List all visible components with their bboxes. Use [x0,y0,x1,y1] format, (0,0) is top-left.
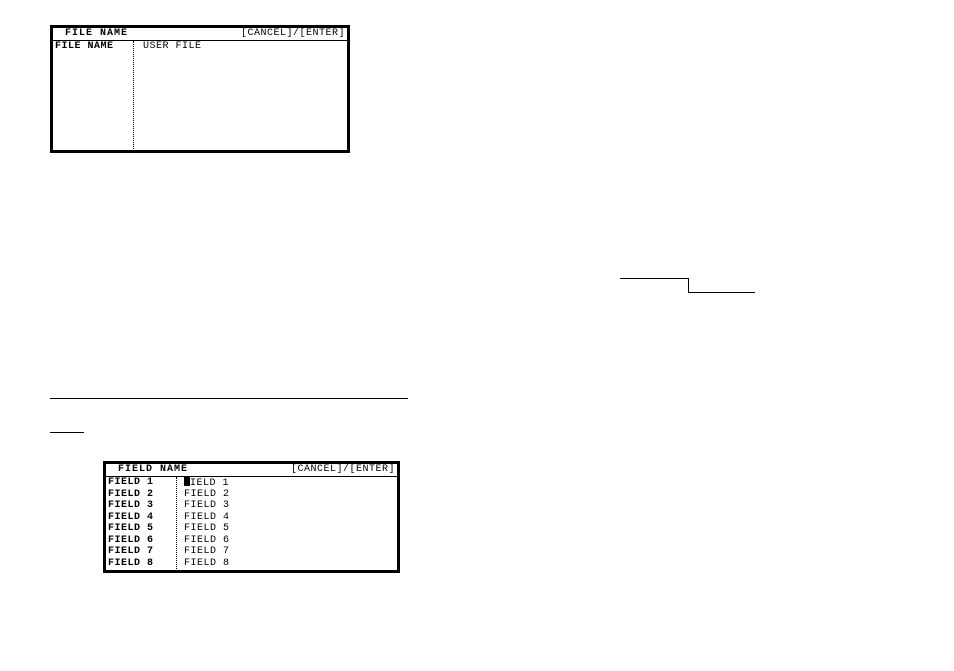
field-label: FIELD 8 [106,558,178,570]
field-label: FIELD 1 [106,477,178,489]
field-name-panel-header: FIELD NAME [CANCEL]/[ENTER] [106,464,397,477]
section-underline-2 [50,432,84,433]
field-value[interactable]: FIELD 6 [178,535,230,547]
field-label: FIELD 2 [106,489,178,501]
field-row[interactable]: FIELD 3FIELD 3 [106,500,397,512]
field-row[interactable]: FIELD 4FIELD 4 [106,512,397,524]
field-value[interactable]: FIELD 4 [178,512,230,524]
field-value[interactable]: FIELD 2 [178,489,230,501]
field-label: FIELD 4 [106,512,178,524]
file-name-panel-title: FILE NAME [55,29,128,39]
field-row[interactable]: FIELD 1IELD 1 [106,477,397,489]
field-label: FIELD 6 [106,535,178,547]
field-row[interactable]: FIELD 5FIELD 5 [106,523,397,535]
file-name-panel-hint[interactable]: [CANCEL]/[ENTER] [241,29,345,39]
field-row[interactable]: FIELD 6FIELD 6 [106,535,397,547]
field-value[interactable]: FIELD 7 [178,546,230,558]
field-value[interactable]: FIELD 8 [178,558,230,570]
field-name-panel: FIELD NAME [CANCEL]/[ENTER] FIELD 1IELD … [103,461,400,573]
file-name-row: FILE NAME USER FILE [53,41,347,52]
field-name-panel-title: FIELD NAME [108,465,188,475]
field-label: FIELD 5 [106,523,178,535]
file-name-label: FILE NAME [53,41,137,52]
field-rows: FIELD 1IELD 1FIELD 2FIELD 2FIELD 3FIELD … [106,477,397,569]
field-row[interactable]: FIELD 7FIELD 7 [106,546,397,558]
field-name-panel-hint[interactable]: [CANCEL]/[ENTER] [291,465,395,475]
field-value[interactable]: FIELD 5 [178,523,230,535]
field-value[interactable]: FIELD 3 [178,500,230,512]
text-cursor [184,477,190,486]
field-row[interactable]: FIELD 8FIELD 8 [106,558,397,570]
field-label: FIELD 3 [106,500,178,512]
section-underline-1 [50,398,408,399]
divider-vline [176,477,177,571]
file-name-panel: FILE NAME [CANCEL]/[ENTER] FILE NAME USE… [50,25,350,153]
field-name-panel-body: FIELD 1IELD 1FIELD 2FIELD 2FIELD 3FIELD … [106,477,397,571]
field-label: FIELD 7 [106,546,178,558]
divider-vline [133,41,134,151]
file-name-value[interactable]: USER FILE [137,41,202,52]
field-value[interactable]: IELD 1 [178,477,229,489]
step-notch-graphic [620,278,755,292]
file-name-panel-header: FILE NAME [CANCEL]/[ENTER] [53,28,347,41]
field-row[interactable]: FIELD 2FIELD 2 [106,489,397,501]
file-name-panel-body: FILE NAME USER FILE [53,41,347,151]
